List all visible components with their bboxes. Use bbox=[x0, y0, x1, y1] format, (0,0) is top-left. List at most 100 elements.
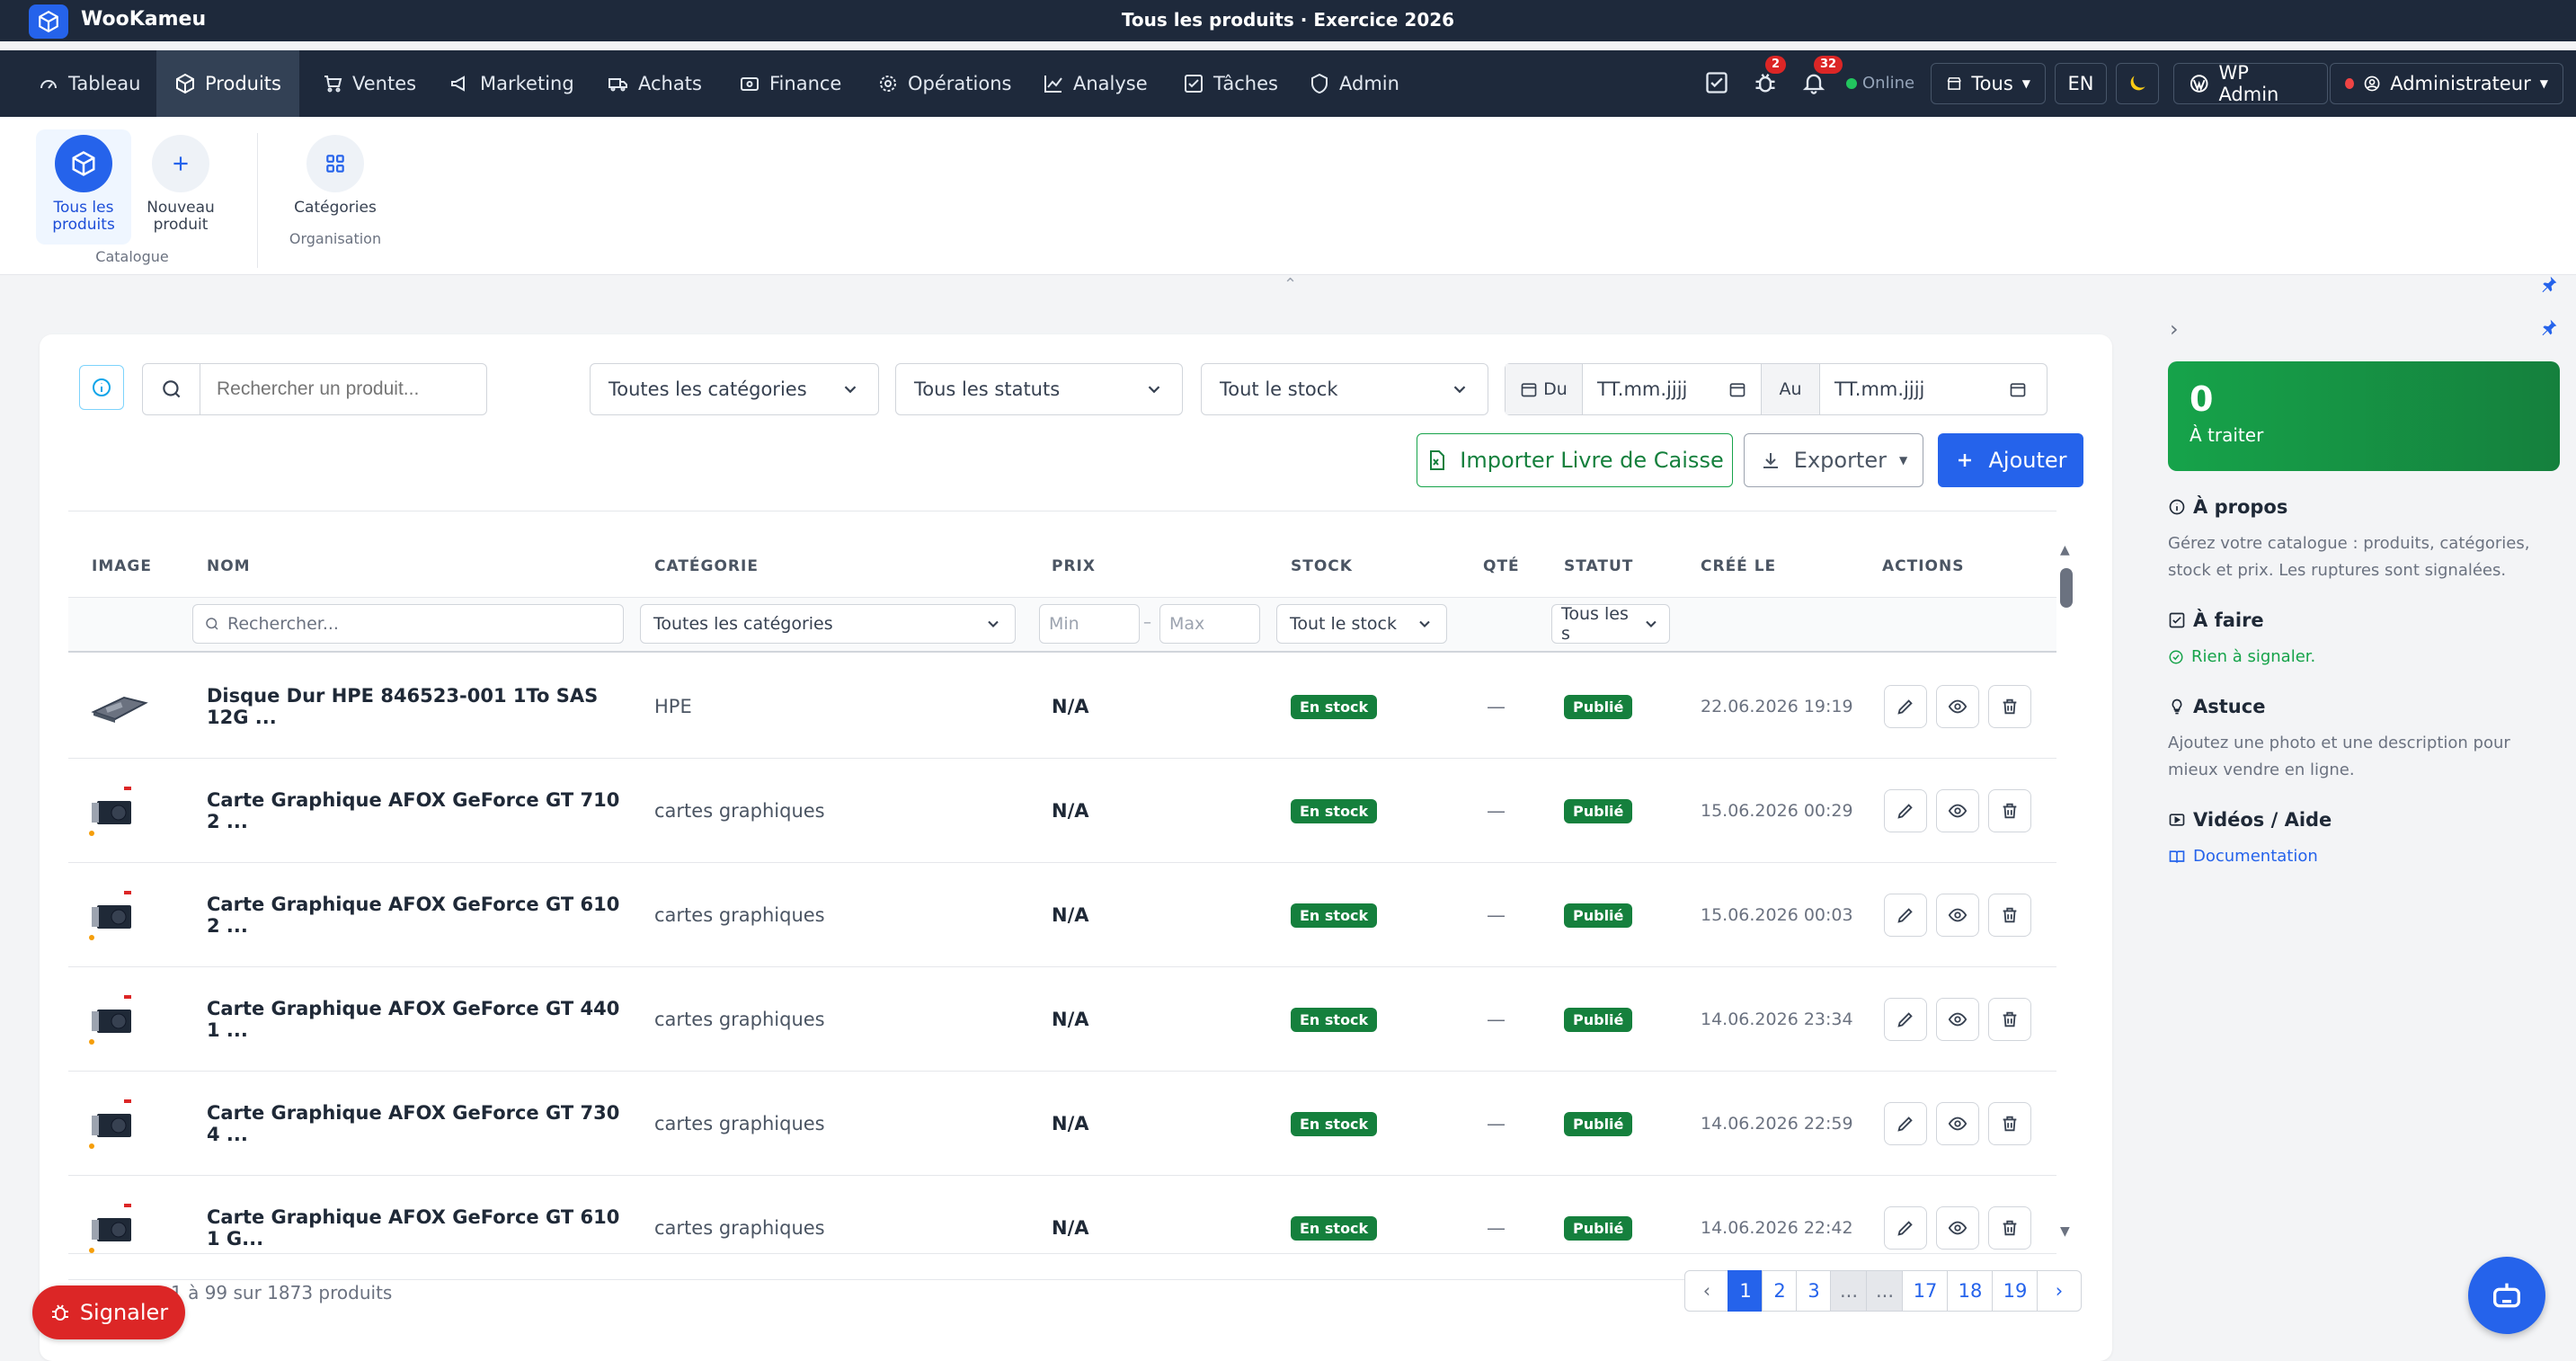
status-filter[interactable]: Tous les statuts bbox=[895, 363, 1183, 415]
view-button[interactable] bbox=[1936, 894, 1979, 937]
view-button[interactable] bbox=[1936, 1102, 1979, 1145]
user-menu[interactable]: Administrateur ▼ bbox=[2330, 63, 2563, 104]
edit-button[interactable] bbox=[1884, 1206, 1927, 1250]
add-product-button[interactable]: Ajouter bbox=[1938, 433, 2083, 487]
view-button[interactable] bbox=[1936, 1206, 1979, 1250]
store-select[interactable]: Tous ▼ bbox=[1931, 63, 2046, 104]
product-image[interactable] bbox=[88, 967, 164, 1072]
new-product-button[interactable]: Nouveau produit bbox=[133, 129, 228, 245]
nav-finance[interactable]: Finance bbox=[721, 50, 859, 117]
all-products-button[interactable]: Tous les produits bbox=[36, 129, 131, 245]
page-19[interactable]: 19 bbox=[1992, 1270, 2039, 1312]
header-category[interactable]: CATÉGORIE bbox=[654, 557, 759, 575]
view-button[interactable] bbox=[1936, 998, 1979, 1041]
wp-admin-button[interactable]: WP Admin bbox=[2173, 62, 2328, 105]
nav-produits[interactable]: Produits bbox=[156, 50, 299, 117]
dark-mode-toggle[interactable] bbox=[2116, 63, 2159, 104]
date-from-input[interactable]: TT.mm.jjjj bbox=[1583, 378, 1761, 400]
search-input[interactable] bbox=[200, 365, 470, 414]
chatbot-button[interactable] bbox=[2468, 1257, 2545, 1334]
nav-ventes[interactable]: Ventes bbox=[304, 50, 434, 117]
stock-filter[interactable]: Tout le stock bbox=[1201, 363, 1488, 415]
product-name[interactable]: Carte Graphique AFOX GeForce GT 610 1 G.… bbox=[207, 1176, 638, 1280]
delete-button[interactable] bbox=[1988, 894, 2031, 937]
scroll-up-icon[interactable]: ▲ bbox=[2060, 543, 2070, 557]
header-created[interactable]: CRÉÉ LE bbox=[1701, 557, 1776, 575]
table-row[interactable]: Carte Graphique AFOX GeForce GT 610 1 G.… bbox=[68, 1176, 2056, 1280]
price-max-input[interactable]: Max bbox=[1159, 604, 1260, 644]
header-name[interactable]: NOM bbox=[207, 557, 251, 575]
header-qty[interactable]: QTÉ bbox=[1483, 557, 1520, 575]
category-column-filter[interactable]: Toutes les catégories bbox=[640, 604, 1016, 644]
nav-taches[interactable]: Tâches bbox=[1165, 50, 1296, 117]
import-cashbook-button[interactable]: Importer Livre de Caisse bbox=[1417, 433, 1733, 487]
page-18[interactable]: 18 bbox=[1947, 1270, 1994, 1312]
stock-column-filter[interactable]: Tout le stock bbox=[1276, 604, 1447, 644]
product-name[interactable]: Carte Graphique AFOX GeForce GT 610 2 ..… bbox=[207, 863, 638, 967]
pin-icon[interactable] bbox=[2540, 275, 2558, 297]
header-status[interactable]: STATUT bbox=[1564, 557, 1633, 575]
delete-button[interactable] bbox=[1988, 1102, 2031, 1145]
category-filter[interactable]: Toutes les catégories bbox=[590, 363, 879, 415]
product-name[interactable]: Carte Graphique AFOX GeForce GT 440 1 ..… bbox=[207, 967, 638, 1072]
view-button[interactable] bbox=[1936, 789, 1979, 832]
documentation-link[interactable]: Documentation bbox=[2168, 843, 2545, 870]
export-button[interactable]: Exporter ▼ bbox=[1744, 433, 1923, 487]
scroll-down-icon[interactable]: ▼ bbox=[2060, 1224, 2070, 1239]
page-3[interactable]: 3 bbox=[1796, 1270, 1832, 1312]
table-row[interactable]: Disque Dur HPE 846523-001 1To SAS 12G ..… bbox=[68, 654, 2056, 759]
bell-icon[interactable] bbox=[1801, 70, 1826, 99]
collapse-chevron-icon[interactable]: ⌃ bbox=[1284, 275, 1297, 294]
report-button[interactable]: Signaler bbox=[32, 1285, 185, 1339]
table-row[interactable]: Carte Graphique AFOX GeForce GT 730 4 ..… bbox=[68, 1072, 2056, 1176]
table-row[interactable]: Carte Graphique AFOX GeForce GT 440 1 ..… bbox=[68, 967, 2056, 1072]
bug-icon[interactable] bbox=[1753, 70, 1778, 99]
header-image[interactable]: IMAGE bbox=[92, 557, 152, 575]
nav-tableau[interactable]: Tableau bbox=[20, 50, 158, 117]
status-column-filter[interactable]: Tous les s bbox=[1551, 604, 1670, 644]
product-image[interactable] bbox=[88, 654, 164, 759]
prev-page-button[interactable]: ‹ bbox=[1684, 1270, 1729, 1312]
edit-button[interactable] bbox=[1884, 685, 1927, 728]
table-scrollbar[interactable]: ▲ ▼ bbox=[2058, 543, 2074, 1246]
delete-button[interactable] bbox=[1988, 789, 2031, 832]
nav-achats[interactable]: Achats bbox=[590, 50, 720, 117]
header-price[interactable]: PRIX bbox=[1052, 557, 1096, 575]
edit-button[interactable] bbox=[1884, 998, 1927, 1041]
info-button[interactable] bbox=[79, 365, 124, 410]
categories-button[interactable]: Catégories bbox=[288, 129, 383, 245]
app-logo[interactable] bbox=[29, 4, 68, 39]
page-1[interactable]: 1 bbox=[1728, 1270, 1763, 1312]
side-pin-icon[interactable] bbox=[2540, 318, 2558, 340]
nav-operations[interactable]: Opérations bbox=[859, 50, 1029, 117]
side-panel-expand-icon[interactable]: › bbox=[2170, 316, 2179, 342]
delete-button[interactable] bbox=[1988, 998, 2031, 1041]
table-row[interactable]: Carte Graphique AFOX GeForce GT 610 2 ..… bbox=[68, 863, 2056, 967]
product-image[interactable] bbox=[88, 1072, 164, 1176]
product-image[interactable] bbox=[88, 863, 164, 967]
edit-button[interactable] bbox=[1884, 1102, 1927, 1145]
header-stock[interactable]: STOCK bbox=[1291, 557, 1353, 575]
date-to-input[interactable]: TT.mm.jjjj bbox=[1820, 378, 2045, 400]
nav-analyse[interactable]: Analyse bbox=[1025, 50, 1166, 117]
edit-button[interactable] bbox=[1884, 789, 1927, 832]
product-name[interactable]: Carte Graphique AFOX GeForce GT 710 2 ..… bbox=[207, 759, 638, 863]
delete-button[interactable] bbox=[1988, 1206, 2031, 1250]
next-page-button[interactable]: › bbox=[2037, 1270, 2082, 1312]
page-17[interactable]: 17 bbox=[1902, 1270, 1949, 1312]
price-min-input[interactable]: Min bbox=[1039, 604, 1140, 644]
table-row[interactable]: Carte Graphique AFOX GeForce GT 710 2 ..… bbox=[68, 759, 2056, 863]
scrollbar-thumb[interactable] bbox=[2060, 568, 2073, 608]
delete-button[interactable] bbox=[1988, 685, 2031, 728]
product-image[interactable] bbox=[88, 1176, 164, 1280]
nav-admin[interactable]: Admin bbox=[1291, 50, 1417, 117]
product-name[interactable]: Disque Dur HPE 846523-001 1To SAS 12G ..… bbox=[207, 654, 638, 759]
to-process-card[interactable]: 0 À traiter bbox=[2168, 361, 2560, 471]
language-button[interactable]: EN bbox=[2055, 63, 2107, 104]
edit-button[interactable] bbox=[1884, 894, 1927, 937]
product-name[interactable]: Carte Graphique AFOX GeForce GT 730 4 ..… bbox=[207, 1072, 638, 1176]
product-image[interactable] bbox=[88, 759, 164, 863]
tasks-icon[interactable] bbox=[1704, 70, 1729, 99]
name-filter-input[interactable]: Rechercher... bbox=[192, 604, 624, 644]
nav-marketing[interactable]: Marketing bbox=[431, 50, 592, 117]
